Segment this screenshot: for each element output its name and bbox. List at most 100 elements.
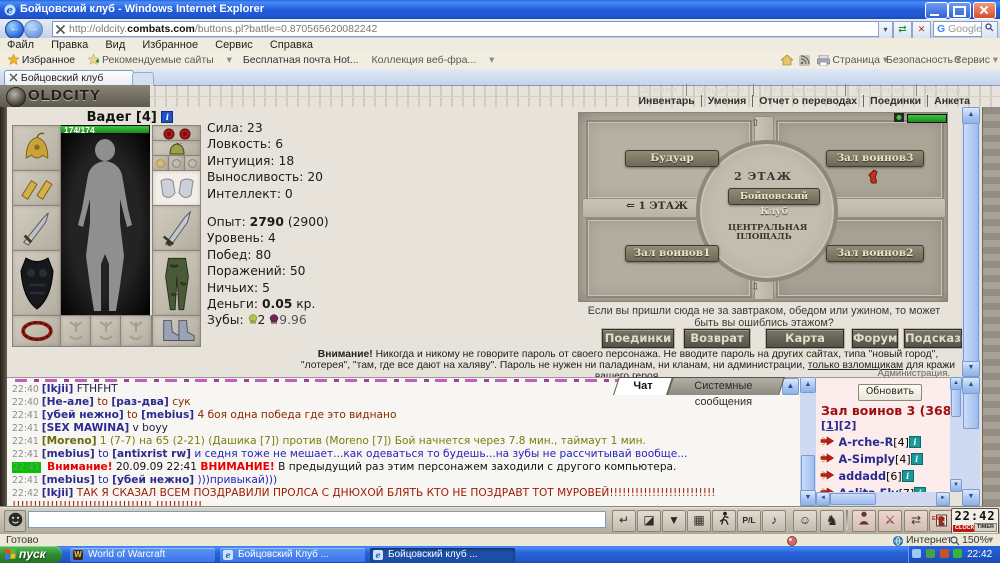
nav-transfers[interactable]: Отчет о переводах — [752, 95, 863, 107]
task-wow[interactable]: W World of Warcraft — [70, 548, 215, 562]
club-map-button[interactable]: Карта клуба — [766, 329, 844, 348]
menu-help[interactable]: Справка — [270, 39, 313, 51]
timer-label[interactable]: TIMER — [974, 523, 997, 532]
refresh-button[interactable]: ⇄ — [893, 21, 912, 39]
attack-icon[interactable] — [820, 470, 835, 480]
attack-icon[interactable] — [820, 436, 835, 446]
plaque-hall3[interactable]: Зал воинов3 — [826, 150, 924, 167]
stop-button[interactable]: ✕ — [912, 21, 931, 39]
chat-author[interactable]: [Moreno] — [42, 435, 97, 447]
menu-edit[interactable]: Правка — [51, 39, 88, 51]
roster-scroll-thumb[interactable] — [951, 389, 961, 417]
plaque-club[interactable]: Бойцовский Клуб — [728, 188, 820, 205]
chat-author[interactable]: [Ikjii] — [42, 383, 74, 395]
player-info-icon[interactable]: i — [911, 453, 923, 465]
roster-scrollbar-horizontal[interactable]: ◄ ► — [816, 492, 950, 506]
slot-empty-2[interactable] — [90, 315, 122, 347]
character-button[interactable] — [852, 510, 876, 532]
chat-author[interactable]: [mebius] — [42, 448, 95, 460]
chat-input[interactable] — [28, 511, 606, 528]
filter-button[interactable]: ▼ — [662, 510, 686, 532]
page-right-scrollbar[interactable] — [982, 107, 1000, 506]
chat-target[interactable]: [раз-два] — [111, 396, 168, 408]
tray-app-icon[interactable] — [940, 549, 949, 558]
menu-file[interactable]: Файл — [7, 39, 34, 51]
sound-button[interactable]: ♪ — [762, 510, 786, 532]
add-favorite-icon[interactable] — [88, 54, 99, 65]
private-log-button[interactable]: P/L — [737, 510, 761, 532]
command-safety[interactable]: Безопасность — [886, 52, 953, 69]
forward-button[interactable]: → — [24, 20, 43, 39]
favorite-item-recommended[interactable]: Рекомендуемые сайты — [102, 54, 214, 66]
chat-author[interactable]: [mebius] — [42, 474, 95, 486]
start-button[interactable]: пуск — [0, 546, 62, 563]
roster-frame-scrollbar[interactable]: ▲ ▼ — [962, 377, 980, 506]
new-tab-stub[interactable] — [132, 72, 154, 86]
back-button[interactable]: ← — [5, 20, 24, 39]
tab-system-messages[interactable]: Системные сообщения — [667, 377, 785, 395]
task-fight-club-1[interactable]: e Бойцовский Клуб ... — [220, 548, 365, 562]
chat-collapse-button[interactable]: ▲ — [782, 378, 799, 395]
floor1-exit[interactable]: ⇐ 1 ЭТАЖ — [626, 200, 688, 212]
slot-empty-3[interactable] — [120, 315, 152, 347]
address-dropdown-button[interactable]: ▾ — [878, 21, 893, 39]
chat-target[interactable]: [mebius] — [141, 409, 194, 421]
slot-helmet[interactable] — [12, 125, 61, 172]
menu-tools[interactable]: Сервис — [215, 39, 253, 51]
slot-empty-1[interactable] — [60, 315, 92, 347]
send-button[interactable]: ↵ — [612, 510, 636, 532]
tray-shield-icon[interactable] — [926, 549, 935, 558]
nav-fights[interactable]: Поединки — [863, 95, 927, 107]
menu-view[interactable]: Вид — [105, 39, 125, 51]
smiles-button[interactable] — [4, 510, 26, 532]
plaque-hall2[interactable]: Зал воинов2 — [826, 245, 924, 262]
chat-author[interactable]: [SEX MAWINA] — [42, 422, 129, 434]
trade-button[interactable]: ⇄ — [904, 510, 928, 532]
task-fight-club-2[interactable]: e Бойцовский клуб ... — [370, 548, 515, 562]
page-link-1[interactable]: [1] — [821, 419, 839, 432]
search-button[interactable] — [981, 21, 998, 39]
plaque-hall1[interactable]: Зал воинов1 — [625, 245, 719, 262]
slot-sword[interactable] — [152, 205, 201, 252]
chat-author[interactable]: [Ikjii] — [42, 487, 74, 499]
player-name[interactable]: A-rche-R — [839, 436, 894, 449]
fight-button[interactable]: ⚔ — [878, 510, 902, 532]
search-input[interactable]: G Google — [933, 21, 984, 37]
chat-author[interactable]: [Не-але] — [42, 396, 94, 408]
chat-scrollbar[interactable]: ▲ ▼ — [800, 377, 816, 506]
main-scroll-thumb[interactable] — [963, 123, 979, 362]
attack-icon[interactable] — [820, 453, 835, 463]
close-button[interactable] — [973, 2, 996, 19]
screen-button[interactable]: ▦ — [687, 510, 711, 532]
roster-frame-thumb[interactable] — [963, 393, 979, 429]
favorite-item-webslices[interactable]: Коллекция веб-фра... — [372, 54, 477, 66]
nav-inventory[interactable]: Инвентарь — [632, 95, 700, 107]
slot-armor[interactable] — [12, 250, 61, 317]
player-info-icon[interactable]: i — [902, 470, 914, 482]
tab-chat[interactable]: Чат — [613, 377, 673, 395]
slot-gloves[interactable] — [152, 170, 201, 207]
tab-fight-club[interactable]: Бойцовский клуб — [4, 70, 134, 86]
nav-profile[interactable]: Анкета — [927, 95, 976, 107]
chat-target[interactable]: [antixrist rw] — [112, 448, 191, 460]
page-link-2[interactable]: [2] — [839, 419, 857, 432]
player-info-icon[interactable]: i — [909, 436, 921, 448]
forum-button[interactable]: Форум — [852, 329, 898, 348]
favorites-button[interactable]: Избранное — [22, 54, 75, 66]
knight-button[interactable]: ♞ — [820, 510, 844, 532]
chat-author[interactable]: [убей нежно] — [42, 409, 124, 421]
tray-antivirus-icon[interactable] — [953, 549, 962, 558]
chat-scroll-thumb[interactable] — [801, 455, 815, 491]
exit-button[interactable]: EXIT — [929, 510, 953, 532]
slot-necklace[interactable] — [12, 315, 61, 347]
player-name[interactable]: addadd — [839, 470, 887, 483]
refresh-roster-button[interactable]: Обновить — [858, 384, 922, 401]
favorite-item-hotmail[interactable]: Бесплатная почта Hot... — [243, 54, 359, 66]
slot-dagger[interactable] — [12, 205, 61, 252]
emotions-button[interactable]: ☺ — [793, 510, 817, 532]
tray-hide-icon[interactable] — [912, 549, 921, 558]
address-input[interactable]: http://oldcity.combats.com/buttons.pl?ba… — [52, 21, 894, 37]
player-name[interactable]: A-Simply — [839, 453, 896, 466]
minimize-button[interactable] — [925, 2, 948, 19]
tip-button[interactable]: Подсказка — [904, 329, 962, 348]
